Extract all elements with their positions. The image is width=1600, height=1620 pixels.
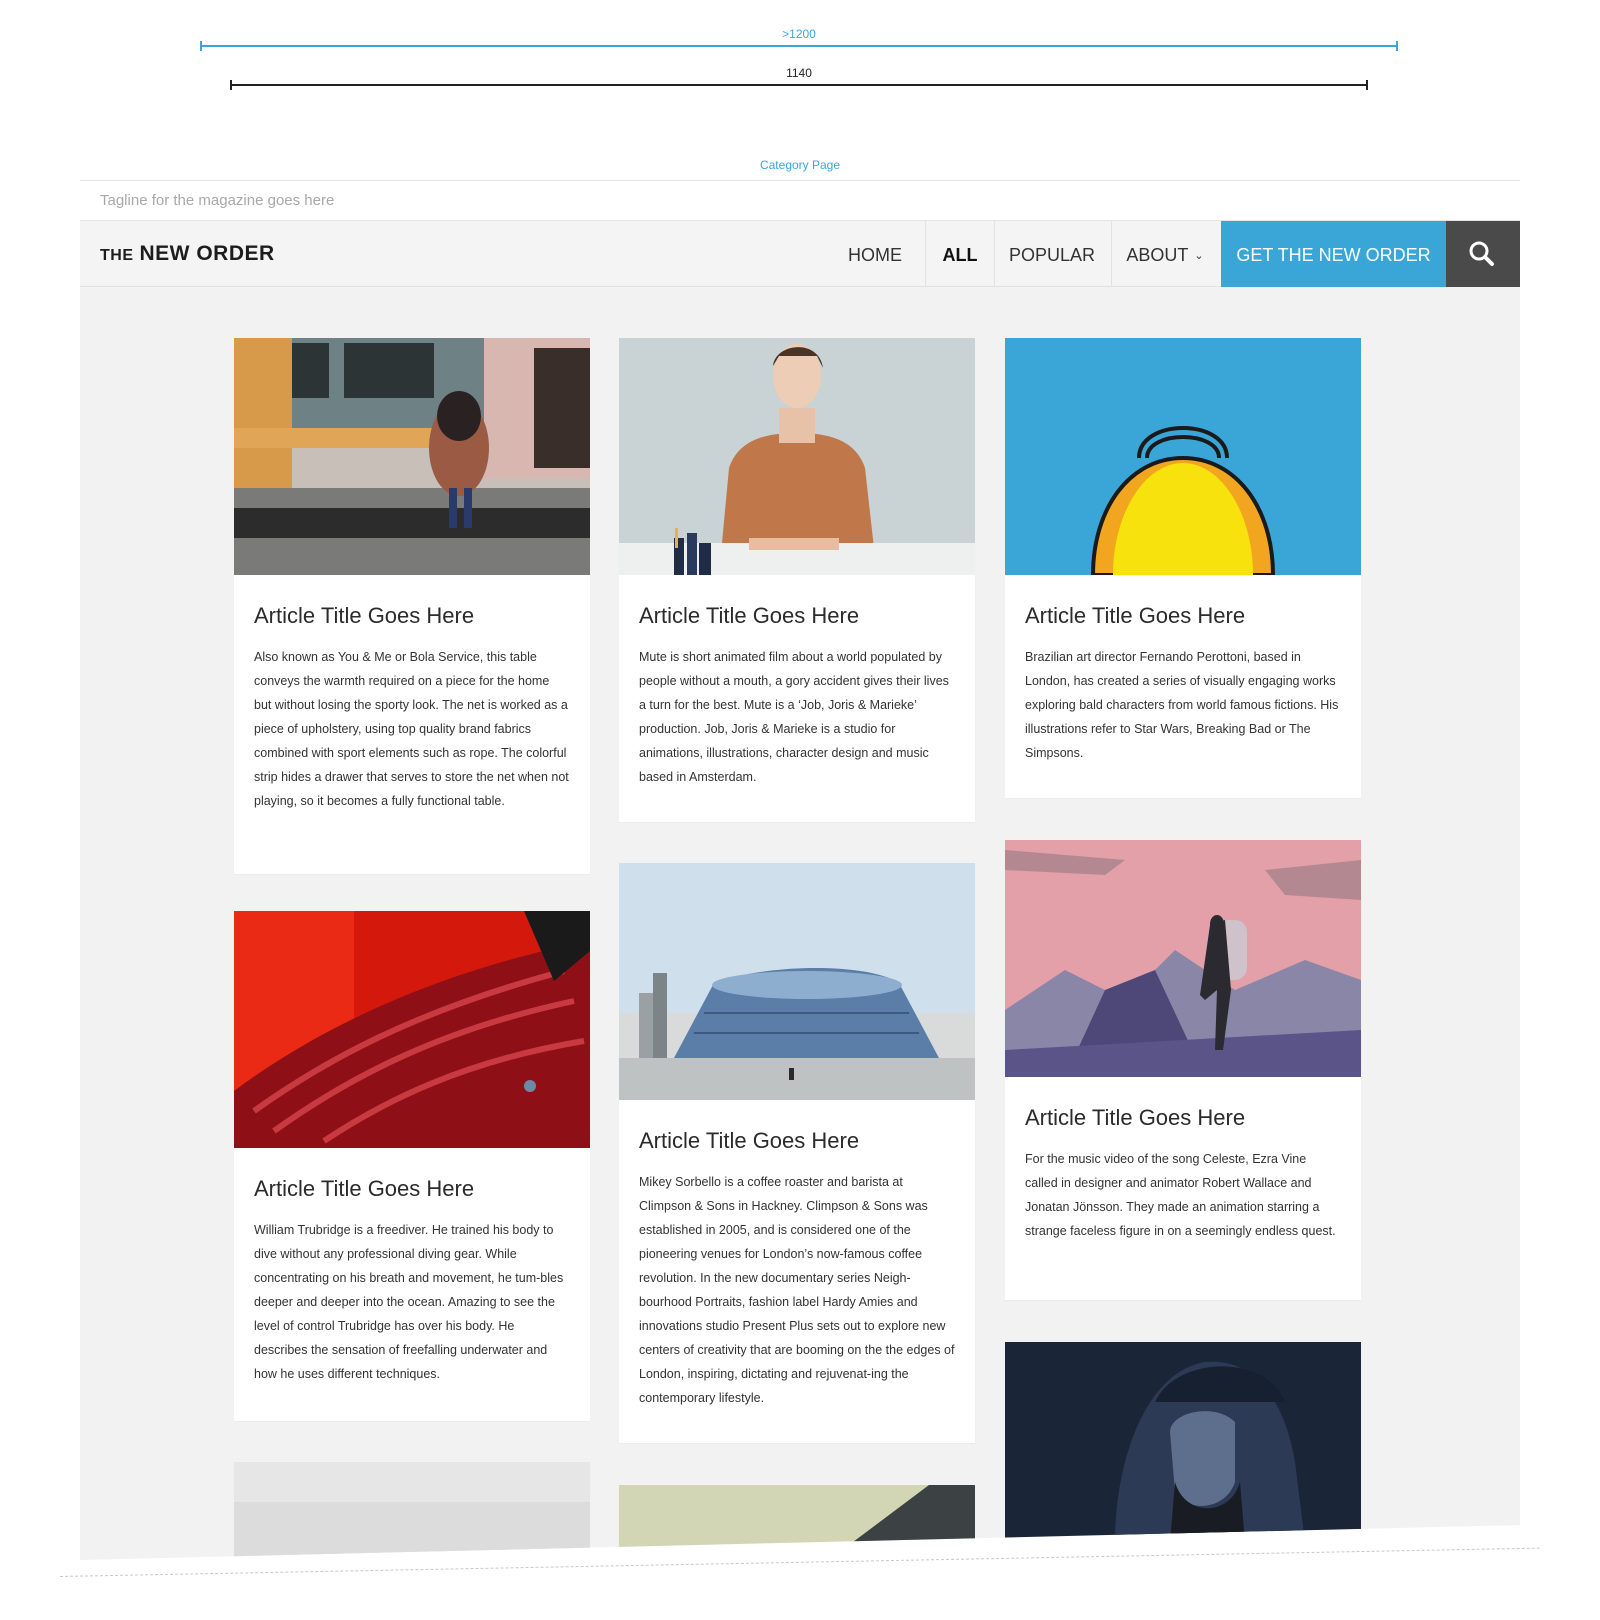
- article-image[interactable]: [1005, 1342, 1361, 1542]
- article-excerpt: Also known as You & Me or Bola Service, …: [254, 650, 569, 808]
- nav-popular[interactable]: POPULAR: [993, 221, 1112, 287]
- tagline-bar: Tagline for the magazine goes here: [80, 180, 1520, 221]
- article-card[interactable]: Article Title Goes Here Mikey Sorbello i…: [619, 863, 975, 1443]
- article-image[interactable]: [234, 338, 590, 575]
- nav-about[interactable]: ABOUT ⌄: [1111, 221, 1219, 287]
- article-image[interactable]: [234, 911, 590, 1148]
- article-title[interactable]: Article Title Goes Here: [1025, 1105, 1341, 1131]
- search-button[interactable]: [1446, 221, 1520, 287]
- outer-width-label: >1200: [782, 27, 816, 41]
- article-card[interactable]: Article Title Goes Here Brazilian art di…: [1005, 338, 1361, 798]
- chevron-down-icon: ⌄: [1194, 250, 1204, 262]
- nav-all[interactable]: ALL: [925, 221, 995, 287]
- brand-name: NEW ORDER: [139, 242, 275, 265]
- article-image[interactable]: [1005, 840, 1361, 1077]
- inner-width-measure: 1140: [230, 66, 1368, 90]
- article-image[interactable]: [619, 863, 975, 1100]
- inner-width-label: 1140: [786, 66, 812, 80]
- article-card[interactable]: [1005, 1342, 1361, 1542]
- article-card[interactable]: [619, 1485, 975, 1560]
- brand-logo[interactable]: THE NEW ORDER: [100, 242, 275, 266]
- article-image[interactable]: [619, 1485, 975, 1560]
- brand-the: THE: [100, 247, 134, 264]
- article-excerpt: For the music video of the song Celeste,…: [1025, 1152, 1336, 1238]
- get-the-new-order-button[interactable]: GET THE NEW ORDER: [1221, 221, 1446, 287]
- article-title[interactable]: Article Title Goes Here: [254, 1176, 570, 1202]
- article-excerpt: Brazilian art director Fernando Perotton…: [1025, 650, 1339, 760]
- article-image[interactable]: [1005, 338, 1361, 575]
- article-title[interactable]: Article Title Goes Here: [639, 603, 955, 629]
- article-excerpt: Mikey Sorbello is a coffee roaster and b…: [639, 1175, 955, 1405]
- article-image[interactable]: [234, 1462, 590, 1560]
- page-label: Category Page: [759, 158, 841, 172]
- outer-width-measure: >1200: [200, 27, 1398, 51]
- nav-home[interactable]: HOME: [825, 221, 925, 287]
- article-card[interactable]: Article Title Goes Here For the music vi…: [1005, 840, 1361, 1300]
- article-card[interactable]: [234, 1462, 590, 1560]
- article-card[interactable]: Article Title Goes Here William Trubridg…: [234, 911, 590, 1421]
- article-image[interactable]: [619, 338, 975, 575]
- article-title[interactable]: Article Title Goes Here: [639, 1128, 955, 1154]
- tagline: Tagline for the magazine goes here: [100, 192, 335, 209]
- article-excerpt: William Trubridge is a freediver. He tra…: [254, 1223, 564, 1381]
- article-excerpt: Mute is short animated film about a worl…: [639, 650, 949, 784]
- search-icon: [1469, 241, 1494, 266]
- article-title[interactable]: Article Title Goes Here: [1025, 603, 1341, 629]
- category-page: Tagline for the magazine goes here THE NE…: [80, 180, 1520, 1560]
- article-card[interactable]: Article Title Goes Here Mute is short an…: [619, 338, 975, 822]
- article-card[interactable]: Article Title Goes Here Also known as Yo…: [234, 338, 590, 874]
- article-title[interactable]: Article Title Goes Here: [254, 603, 570, 629]
- navbar: THE NEW ORDER HOME ALL POPULAR ABOUT ⌄ GET…: [80, 221, 1520, 287]
- nav-about-label: ABOUT: [1126, 245, 1189, 265]
